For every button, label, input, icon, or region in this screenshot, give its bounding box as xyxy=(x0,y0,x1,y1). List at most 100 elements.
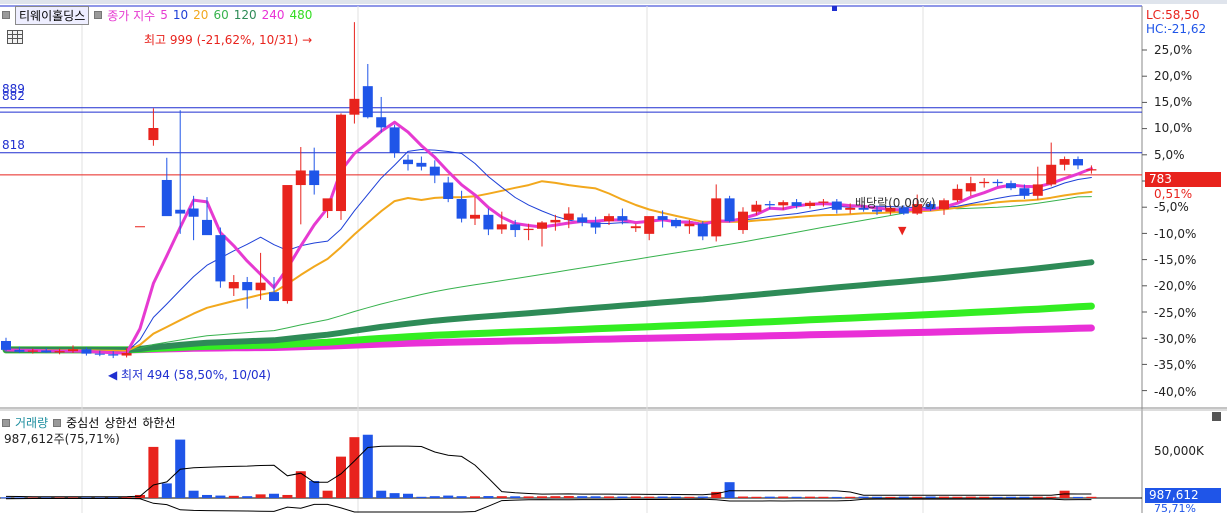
candle-body xyxy=(831,201,842,210)
volume-bar xyxy=(161,483,172,498)
volume-bar xyxy=(429,496,440,498)
volume-bar xyxy=(496,496,507,498)
volume-bar xyxy=(898,496,909,498)
candle-body xyxy=(1046,164,1057,185)
candle-body xyxy=(362,86,373,118)
candle-body xyxy=(617,216,628,221)
volume-bar xyxy=(939,496,949,498)
candle-body xyxy=(135,226,145,228)
volume-bar xyxy=(724,482,735,498)
volume-bar xyxy=(1086,496,1097,498)
candle-body xyxy=(979,181,990,184)
volume-bar xyxy=(349,437,360,498)
volume-bar xyxy=(684,496,695,498)
volume-bar xyxy=(269,493,279,498)
volume-bar xyxy=(510,496,521,498)
ma-period-20: 20 xyxy=(193,8,209,22)
volume-bar xyxy=(403,493,413,498)
candle-body xyxy=(496,224,507,230)
candle-body xyxy=(1019,188,1030,196)
stock-name[interactable]: 티웨이홀딩스 xyxy=(15,5,90,25)
volume-bar xyxy=(671,496,681,498)
candle-body xyxy=(965,183,976,192)
low-annotation-text: 최저 494 (58,50%, 10/04) xyxy=(121,368,271,382)
volume-bar xyxy=(228,495,239,498)
volume-bar xyxy=(644,496,655,498)
ma-line-5 xyxy=(4,120,1093,355)
volume-bar xyxy=(912,496,923,498)
candle-body xyxy=(604,216,614,222)
candle-body xyxy=(711,198,722,237)
high-annotation-text: 최고 999 (-21,62%, 10/31) xyxy=(144,33,299,47)
y-tick-label: -20,0% xyxy=(1154,279,1197,293)
volume-current-tag: 987,612 xyxy=(1145,488,1221,503)
candle-body xyxy=(295,170,306,186)
legend-square-icon xyxy=(94,11,103,19)
volume-bar xyxy=(590,496,601,498)
upper-line-label: 상한선 xyxy=(104,416,138,430)
volume-bar xyxy=(188,490,199,498)
volume-axis-label: 50,000K xyxy=(1154,444,1204,458)
volume-bar xyxy=(550,496,561,498)
candle-body xyxy=(81,349,92,354)
candle-body xyxy=(818,201,829,203)
volume-bar xyxy=(791,496,802,498)
volume-bar xyxy=(389,493,400,498)
top-strip xyxy=(0,0,1227,4)
volume-bar xyxy=(952,496,963,498)
candle-body xyxy=(416,162,427,167)
candle-body xyxy=(523,228,534,231)
lower-band-line xyxy=(5,498,1092,513)
candle-body xyxy=(805,202,815,206)
volume-bar xyxy=(121,497,132,499)
candle-body xyxy=(684,223,695,227)
candle-body xyxy=(483,214,494,230)
panel-menu-button[interactable] xyxy=(1212,412,1221,421)
candle-body xyxy=(309,170,320,186)
ma-period-10: 10 xyxy=(172,8,189,22)
candle-body xyxy=(738,211,748,231)
volume-bar xyxy=(992,496,1003,498)
candle-body xyxy=(161,179,172,217)
candle-body xyxy=(992,181,1003,184)
current-price-tag: 783 xyxy=(1145,172,1221,187)
indicator-label: 종가 지수 xyxy=(107,8,156,23)
volume-bar xyxy=(309,480,320,498)
volume-bar xyxy=(202,494,212,498)
candle-body xyxy=(630,226,641,229)
y-tick-label: 15,0% xyxy=(1154,95,1193,109)
volume-bar xyxy=(255,494,266,498)
low-annotation: ◀ 최저 494 (58,50%, 10/04) xyxy=(108,366,271,383)
candle-body xyxy=(764,204,775,206)
candle-body xyxy=(952,188,963,201)
y-tick-label: -15,0% xyxy=(1154,253,1197,267)
lower-line-label: 하한선 xyxy=(142,416,176,430)
volume-bar xyxy=(858,496,869,498)
y-tick-label: -5,0% xyxy=(1154,200,1189,214)
volume-bar xyxy=(979,496,990,498)
candle-body xyxy=(376,117,387,128)
candle-body xyxy=(54,351,65,353)
ma-period-5: 5 xyxy=(160,8,168,22)
candle-body xyxy=(1073,159,1083,166)
candle-body xyxy=(778,202,789,206)
left-arrow-icon: ◀ xyxy=(108,368,122,382)
y-tick-label: 5,0% xyxy=(1154,148,1185,162)
volume-current-sub: 75,71% xyxy=(1154,502,1196,515)
volume-bar xyxy=(376,490,387,498)
volume-bar xyxy=(751,496,762,498)
volume-bar xyxy=(322,490,333,498)
ma-period-120: 120 xyxy=(233,8,257,22)
volume-bar xyxy=(362,434,373,498)
table-grid-icon[interactable] xyxy=(7,30,23,44)
volume-bar xyxy=(965,496,976,498)
y-tick-label: 0,51% xyxy=(1154,187,1193,201)
candle-body xyxy=(188,208,199,217)
candle-body xyxy=(41,350,52,353)
dividend-annotation: 배당락(0,00%) xyxy=(855,196,936,210)
candle-body xyxy=(282,185,293,302)
volume-bar xyxy=(630,496,641,498)
volume-bar xyxy=(563,496,574,498)
ma-period-480: 480 xyxy=(289,8,313,22)
center-line-label: 중심선 xyxy=(66,416,100,430)
